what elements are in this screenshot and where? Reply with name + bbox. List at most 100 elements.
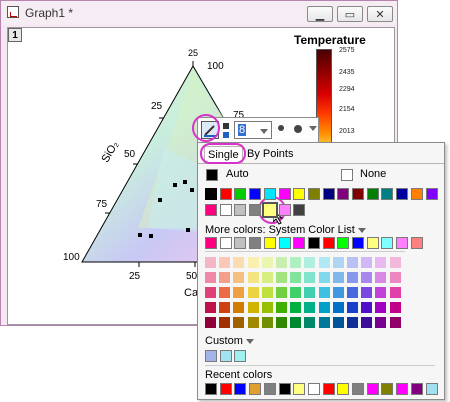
color-grid-cell[interactable] (261, 302, 273, 313)
color-grid-cell[interactable] (261, 257, 273, 268)
color-swatch[interactable] (205, 204, 217, 216)
color-swatch[interactable] (337, 237, 350, 249)
data-point[interactable] (183, 180, 187, 184)
recent-color-swatch[interactable] (249, 383, 262, 395)
custom-label[interactable]: Custom (205, 335, 254, 347)
color-grid-cell[interactable] (389, 302, 401, 313)
data-point[interactable] (158, 198, 162, 202)
data-point[interactable] (190, 188, 194, 192)
color-grid-cell[interactable] (233, 287, 245, 298)
recent-color-swatch[interactable] (263, 383, 276, 395)
color-swatch[interactable] (219, 204, 232, 216)
color-grid-cell[interactable] (318, 257, 330, 268)
color-swatch[interactable] (410, 237, 423, 249)
data-point[interactable] (149, 234, 153, 238)
increase-size-icon[interactable] (278, 125, 284, 131)
more-colors-label[interactable]: More colors: System Color List (205, 224, 366, 236)
color-swatch[interactable] (307, 188, 320, 200)
color-swatch[interactable] (381, 188, 394, 200)
chevron-down-icon[interactable] (357, 227, 366, 233)
maximize-button[interactable]: ▭ (337, 6, 363, 22)
color-swatch[interactable] (396, 237, 409, 249)
color-grid-cell[interactable] (205, 272, 216, 283)
color-grid-cell[interactable] (332, 257, 344, 268)
color-grid-cell[interactable] (304, 287, 316, 298)
color-grid-cell[interactable] (361, 287, 373, 298)
color-grid-cell[interactable] (261, 287, 273, 298)
color-grid-cell[interactable] (347, 317, 358, 328)
recent-color-swatch[interactable] (322, 383, 335, 395)
color-swatch[interactable] (249, 204, 262, 216)
color-grid-cell[interactable] (318, 302, 330, 313)
color-grid-cell[interactable] (389, 272, 401, 283)
color-grid-cell[interactable] (276, 302, 287, 313)
color-swatch[interactable] (249, 188, 262, 200)
color-grid-cell[interactable] (233, 272, 245, 283)
color-grid-cell[interactable] (290, 272, 302, 283)
color-grid-cell[interactable] (205, 317, 216, 328)
color-swatch[interactable] (425, 188, 438, 200)
color-swatch[interactable] (219, 188, 232, 200)
color-swatch[interactable] (322, 237, 335, 249)
color-grid-cell[interactable] (276, 287, 287, 298)
color-grid-cell[interactable] (304, 302, 316, 313)
color-grid-cell[interactable] (389, 317, 401, 328)
color-swatch[interactable] (307, 237, 320, 249)
color-grid-cell[interactable] (247, 272, 259, 283)
color-swatch[interactable] (249, 237, 262, 249)
recent-color-swatch[interactable] (307, 383, 320, 395)
custom-color-swatch[interactable] (219, 350, 232, 362)
color-grid-cell[interactable] (375, 287, 387, 298)
data-point[interactable] (173, 183, 177, 187)
color-grid-cell[interactable] (304, 272, 316, 283)
color-grid-cell[interactable] (219, 287, 231, 298)
color-grid-cell[interactable] (375, 302, 387, 313)
color-grid-cell[interactable] (219, 272, 231, 283)
none-label[interactable]: None (360, 168, 386, 180)
color-grid-cell[interactable] (332, 302, 344, 313)
color-grid-cell[interactable] (375, 257, 387, 268)
recent-color-swatch[interactable] (278, 383, 291, 395)
color-grid-cell[interactable] (233, 257, 245, 268)
color-grid-cell[interactable] (247, 287, 259, 298)
color-grid-cell[interactable] (347, 257, 358, 268)
symbol-shape-icon[interactable] (223, 123, 229, 129)
data-point[interactable] (186, 228, 190, 232)
color-swatch[interactable] (278, 204, 291, 216)
color-grid-cell[interactable] (247, 302, 259, 313)
color-swatch[interactable] (278, 237, 291, 249)
color-swatch[interactable] (410, 188, 423, 200)
color-grid-cell[interactable] (304, 257, 316, 268)
color-grid-cell[interactable] (318, 287, 330, 298)
color-grid-cell[interactable] (290, 287, 302, 298)
color-grid-cell[interactable] (389, 287, 401, 298)
recent-color-swatch[interactable] (205, 383, 217, 395)
color-swatch[interactable] (278, 188, 291, 200)
color-grid-cell[interactable] (247, 257, 259, 268)
recent-color-swatch[interactable] (410, 383, 423, 395)
data-point[interactable] (138, 233, 142, 237)
color-grid-cell[interactable] (219, 302, 231, 313)
color-swatch[interactable] (381, 237, 394, 249)
more-options-icon[interactable] (306, 122, 317, 134)
decrease-size-icon[interactable] (294, 125, 302, 133)
color-grid-cell[interactable] (205, 257, 216, 268)
color-grid-cell[interactable] (247, 317, 259, 328)
color-grid-cell[interactable] (375, 317, 387, 328)
color-grid-cell[interactable] (261, 317, 273, 328)
color-grid-cell[interactable] (276, 272, 287, 283)
recent-color-swatch[interactable] (293, 383, 306, 395)
color-grid-cell[interactable] (375, 272, 387, 283)
color-swatch[interactable] (263, 188, 276, 200)
color-swatch[interactable] (293, 188, 306, 200)
auto-color-swatch[interactable] (206, 169, 218, 181)
color-swatch[interactable] (234, 188, 247, 200)
color-grid-cell[interactable] (233, 302, 245, 313)
color-swatch[interactable] (293, 204, 306, 216)
recent-color-swatch[interactable] (366, 383, 379, 395)
color-swatch[interactable] (337, 188, 350, 200)
color-grid-cell[interactable] (361, 272, 373, 283)
color-grid-cell[interactable] (233, 317, 245, 328)
custom-color-swatch[interactable] (234, 350, 247, 362)
color-grid-cell[interactable] (290, 257, 302, 268)
